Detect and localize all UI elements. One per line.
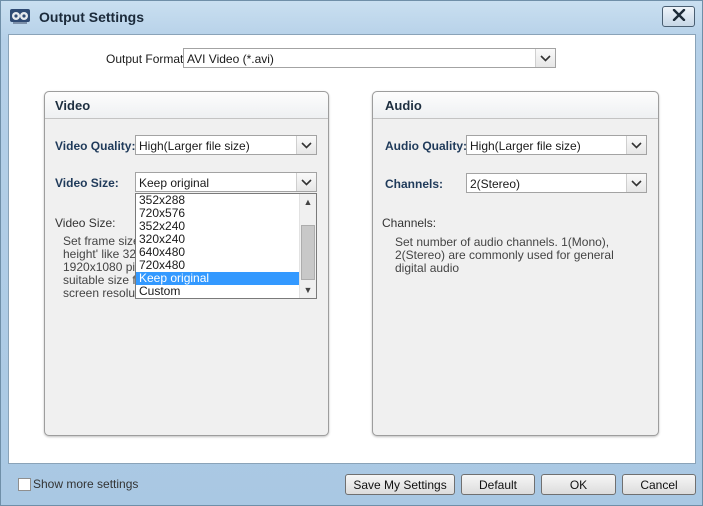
show-more-settings-label[interactable]: Show more settings [33, 477, 138, 491]
output-format-select[interactable]: AVI Video (*.avi) [183, 48, 556, 68]
video-quality-select[interactable]: High(Larger file size) [135, 135, 317, 155]
chevron-down-icon[interactable] [296, 136, 316, 154]
video-panel-header: Video [45, 92, 328, 119]
video-size-dropdown-list[interactable]: 352x288 720x576 352x240 320x240 640x480 … [135, 193, 317, 299]
scroll-down-icon[interactable]: ▼ [300, 282, 316, 298]
chevron-down-icon[interactable] [296, 173, 316, 191]
title-bar: Output Settings [1, 1, 702, 33]
app-logo-icon [9, 7, 33, 25]
output-settings-window: Output Settings Output Format: AVI Video… [0, 0, 703, 506]
scrollbar-thumb[interactable] [301, 225, 315, 280]
channels-label: Channels: [385, 177, 444, 191]
channels-select[interactable]: 2(Stereo) [466, 173, 647, 193]
audio-panel-header: Audio [373, 92, 658, 119]
audio-panel-title: Audio [385, 98, 422, 113]
audio-quality-value: High(Larger file size) [470, 139, 581, 153]
output-format-value: AVI Video (*.avi) [187, 52, 274, 66]
video-size-label: Video Size: [55, 176, 119, 190]
close-button[interactable] [662, 6, 695, 27]
video-quality-value: High(Larger file size) [139, 139, 250, 153]
audio-quality-select[interactable]: High(Larger file size) [466, 135, 647, 155]
video-desc-label: Video Size: [55, 216, 116, 230]
video-size-description: Set frame size, height' like 320 1920x10… [63, 235, 143, 300]
chevron-down-icon[interactable] [535, 49, 555, 67]
save-my-settings-button[interactable]: Save My Settings [345, 474, 455, 495]
close-icon [672, 8, 686, 24]
video-desc-line: screen resoluti [63, 286, 142, 300]
output-format-label: Output Format: [106, 52, 187, 66]
audio-quality-label: Audio Quality: [385, 139, 467, 153]
channels-value: 2(Stereo) [470, 177, 521, 191]
show-more-settings-checkbox[interactable] [18, 478, 31, 491]
scroll-up-icon[interactable]: ▲ [300, 194, 316, 210]
ok-button[interactable]: OK [541, 474, 616, 495]
dropdown-scrollbar[interactable]: ▲ ▼ [299, 194, 316, 298]
cancel-button[interactable]: Cancel [622, 474, 696, 495]
chevron-down-icon[interactable] [626, 174, 646, 192]
audio-desc-label: Channels: [382, 216, 437, 230]
default-button[interactable]: Default [461, 474, 535, 495]
chevron-down-icon[interactable] [626, 136, 646, 154]
video-quality-label: Video Quality: [55, 139, 136, 153]
video-size-value: Keep original [139, 176, 210, 190]
channels-description: Set number of audio channels. 1(Mono), 2… [395, 236, 614, 275]
video-size-select[interactable]: Keep original [135, 172, 317, 192]
audio-desc-line: digital audio [395, 261, 460, 275]
window-title: Output Settings [39, 9, 144, 25]
video-panel-title: Video [55, 98, 91, 113]
video-size-option[interactable]: Custom [136, 285, 316, 298]
